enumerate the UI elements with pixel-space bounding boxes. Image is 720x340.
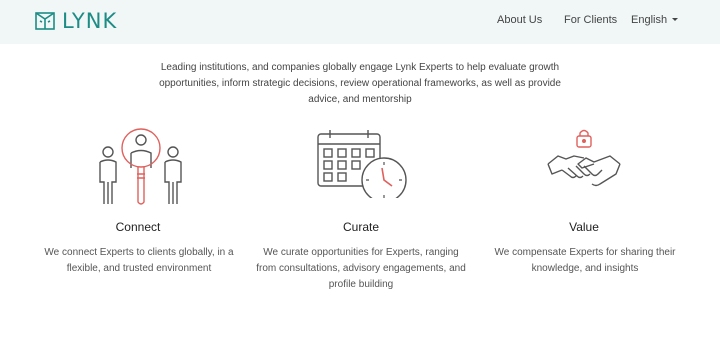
language-selector[interactable]: English [631,14,679,26]
lynk-logo-icon [35,12,55,30]
nav-about-us[interactable]: About Us [497,14,542,26]
feature-text-connect: We connect Experts to clients globally, … [44,247,234,274]
handshake-lock-icon [547,129,621,187]
feature-title-connect: Connect [115,220,161,234]
brand-name: LYNK [62,9,118,33]
feature-title-curate: Curate [342,220,380,234]
intro-text: Leading institutions, and companies glob… [159,62,561,105]
calendar-clock-icon [317,130,407,198]
logo[interactable]: LYNK [34,9,117,33]
header: LYNK About Us For Clients English [0,0,720,44]
nav-for-clients[interactable]: For Clients [564,14,617,26]
people-magnifier-icon [99,128,182,205]
feature-text-value: We compensate Experts for sharing their … [494,247,676,274]
feature-title-value: Value [569,220,599,234]
language-label: English [631,14,668,26]
feature-text-curate: We curate opportunities for Experts, ran… [256,247,466,290]
caret-down-icon [672,18,679,21]
